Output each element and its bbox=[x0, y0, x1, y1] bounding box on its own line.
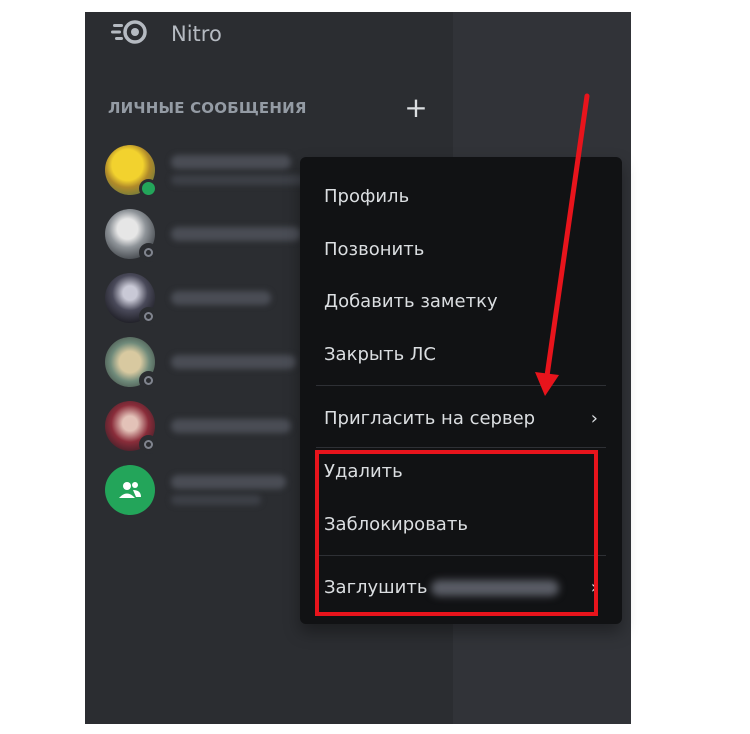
red-annotation-arrow bbox=[535, 93, 590, 396]
